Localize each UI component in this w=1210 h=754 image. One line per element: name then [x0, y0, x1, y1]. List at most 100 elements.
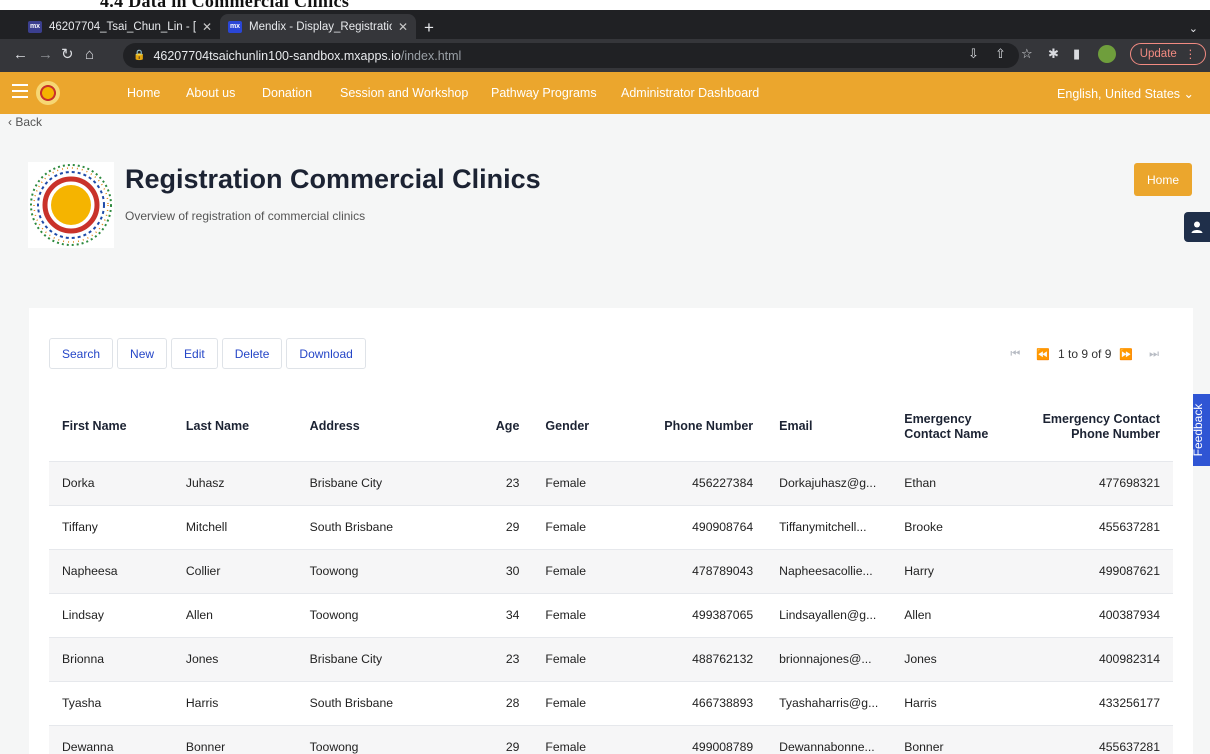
url-field[interactable]: 🔒 46207704tsaichunlin100-sandbox.mxapps.… [123, 43, 1019, 68]
search-button[interactable]: Search [49, 338, 114, 369]
cell-email: Dewannabonne... [766, 724, 892, 754]
home-icon[interactable]: ⌂ [85, 46, 94, 64]
cell-emergency-contact-name: Jones [891, 636, 1026, 681]
table-row[interactable]: Tiffany Mitchell South Brisbane 29 Female 490… [49, 504, 1173, 549]
new-tab-icon[interactable]: + [424, 19, 434, 36]
table-row[interactable]: Dewanna Bonner Toowong 29 Female 499008789 Dew… [49, 724, 1173, 754]
data-grid-card: Search New Edit Delete Download ⏮ ⏪ 1 to… [29, 308, 1193, 754]
document-heading-strip: 4.4 Data in Commercial Clinics [0, 0, 1210, 10]
nav-donation[interactable]: Donation [262, 86, 312, 100]
back-label: Back [15, 115, 43, 129]
back-arrow-icon[interactable]: ← [13, 46, 28, 64]
nav-administrator-dashboard[interactable]: Administrator Dashboard [621, 86, 759, 100]
new-button[interactable]: New [117, 338, 168, 369]
bookmark-star-icon[interactable]: ☆ [1021, 46, 1033, 62]
cell-gender: Female [532, 592, 633, 637]
column-header-phone[interactable]: Phone Number [632, 393, 766, 461]
nav-home[interactable]: Home [127, 86, 160, 100]
url-path: /index.html [400, 48, 462, 63]
home-button[interactable]: Home [1134, 163, 1192, 196]
share-icon[interactable]: ⇧ [995, 46, 1006, 62]
column-header-first-name[interactable]: First Name [49, 393, 173, 461]
cell-emergency-contact-phone: 455637281 [1025, 724, 1173, 754]
cell-address: Brisbane City [296, 460, 467, 505]
extensions-puzzle-icon[interactable]: ✱ [1048, 46, 1059, 62]
column-header-address[interactable]: Address [297, 393, 467, 461]
cell-phone: 488762132 [632, 636, 767, 681]
first-page-icon[interactable]: ⏮ [1010, 348, 1020, 361]
cell-email: Tiffanymitchell... [766, 504, 892, 549]
tab-search-chevron-icon[interactable]: ⌄ [1189, 22, 1198, 35]
browser-tab-2[interactable]: mx Mendix - Display_Registration ✕ [220, 14, 416, 39]
reload-icon[interactable]: ↻ [61, 46, 74, 64]
brand-logo[interactable] [36, 81, 60, 105]
registrations-table: First Name Last Name Address Age Gender … [49, 393, 1173, 754]
close-tab-icon[interactable]: ✕ [398, 20, 408, 34]
edit-button[interactable]: Edit [171, 338, 218, 369]
cell-emergency-contact-phone: 477698321 [1025, 460, 1173, 505]
cell-emergency-contact-phone: 433256177 [1025, 680, 1173, 725]
cell-first-name: Tiffany [49, 504, 173, 549]
pagination: ⏮ ⏪ 1 to 9 of 9 ⏩ ⏭ [1002, 347, 1167, 361]
browser-tab-bar: mx 46207704_Tsai_Chun_Lin - [U ✕ mx Mend… [0, 10, 1210, 39]
cell-emergency-contact-name: Brooke [891, 504, 1026, 549]
table-row[interactable]: Brionna Jones Brisbane City 23 Female 4887621… [49, 636, 1173, 681]
table-row[interactable]: Tyasha Harris South Brisbane 28 Female 466738… [49, 680, 1173, 725]
language-selector[interactable]: English, United States ⌄ [1057, 86, 1194, 101]
nav-pathway-programs[interactable]: Pathway Programs [491, 86, 597, 100]
cell-first-name: Brionna [49, 636, 173, 681]
table-row[interactable]: Napheesa Collier Toowong 30 Female 478789043 N… [49, 548, 1173, 593]
cell-email: Dorkajuhasz@g... [766, 460, 892, 505]
column-header-age[interactable]: Age [466, 393, 532, 461]
nav-about-us[interactable]: About us [186, 86, 235, 100]
close-tab-icon[interactable]: ✕ [202, 20, 212, 34]
browser-tab-1[interactable]: mx 46207704_Tsai_Chun_Lin - [U ✕ [20, 14, 220, 39]
mendix-favicon-icon: mx [28, 20, 42, 33]
user-icon [1191, 221, 1203, 233]
install-app-icon[interactable]: ⇩ [968, 46, 979, 62]
chevron-left-icon: ‹ [8, 115, 12, 129]
profile-avatar-icon[interactable] [1098, 45, 1116, 63]
cell-gender: Female [532, 504, 633, 549]
column-header-last-name[interactable]: Last Name [173, 393, 297, 461]
cell-gender: Female [532, 680, 633, 725]
lock-icon: 🔒 [133, 50, 146, 61]
cell-phone: 456227384 [632, 460, 767, 505]
table-row[interactable]: Lindsay Allen Toowong 34 Female 499387065 Lind… [49, 592, 1173, 637]
table-row[interactable]: Dorka Juhasz Brisbane City 23 Female 45622738… [49, 460, 1173, 505]
download-button[interactable]: Download [286, 338, 366, 369]
delete-button[interactable]: Delete [221, 338, 283, 369]
cell-email: Lindsayallen@g... [766, 592, 892, 637]
cell-gender: Female [532, 548, 633, 593]
last-page-icon[interactable]: ⏭ [1149, 348, 1159, 361]
cell-gender: Female [532, 636, 633, 681]
cell-phone: 490908764 [632, 504, 767, 549]
hamburger-menu-icon[interactable] [12, 84, 28, 98]
cell-last-name: Jones [172, 636, 297, 681]
cell-emergency-contact-name: Harris [891, 680, 1026, 725]
user-profile-tab[interactable] [1184, 212, 1210, 242]
cell-emergency-contact-name: Bonner [891, 724, 1026, 754]
column-header-gender[interactable]: Gender [532, 393, 632, 461]
page-subtitle: Overview of registration of commercial c… [125, 209, 366, 223]
forward-arrow-icon[interactable]: → [38, 46, 53, 64]
grid-toolbar: Search New Edit Delete Download [49, 338, 366, 369]
side-panel-icon[interactable]: ▮ [1073, 46, 1080, 62]
cell-emergency-contact-name: Harry [891, 548, 1026, 593]
previous-page-icon[interactable]: ⏪ [1036, 348, 1050, 361]
cell-address: Toowong [296, 592, 467, 637]
cell-phone: 478789043 [632, 548, 767, 593]
document-heading: 4.4 Data in Commercial Clinics [100, 0, 350, 10]
column-header-emergency-contact-name[interactable]: Emergency Contact Name [891, 393, 1025, 461]
update-button[interactable]: Update ⋮ [1130, 43, 1206, 65]
cell-last-name: Allen [172, 592, 297, 637]
cell-age: 30 [466, 548, 533, 593]
next-page-icon[interactable]: ⏩ [1119, 348, 1133, 361]
column-header-emergency-contact-phone[interactable]: Emergency Contact Phone Number [1025, 393, 1173, 461]
back-link[interactable]: ‹ Back [8, 115, 42, 129]
cell-emergency-contact-phone: 455637281 [1025, 504, 1173, 549]
nav-session-workshop[interactable]: Session and Workshop [340, 86, 468, 100]
column-header-email[interactable]: Email [766, 393, 891, 461]
cell-first-name: Tyasha [49, 680, 173, 725]
cell-emergency-contact-name: Ethan [891, 460, 1026, 505]
